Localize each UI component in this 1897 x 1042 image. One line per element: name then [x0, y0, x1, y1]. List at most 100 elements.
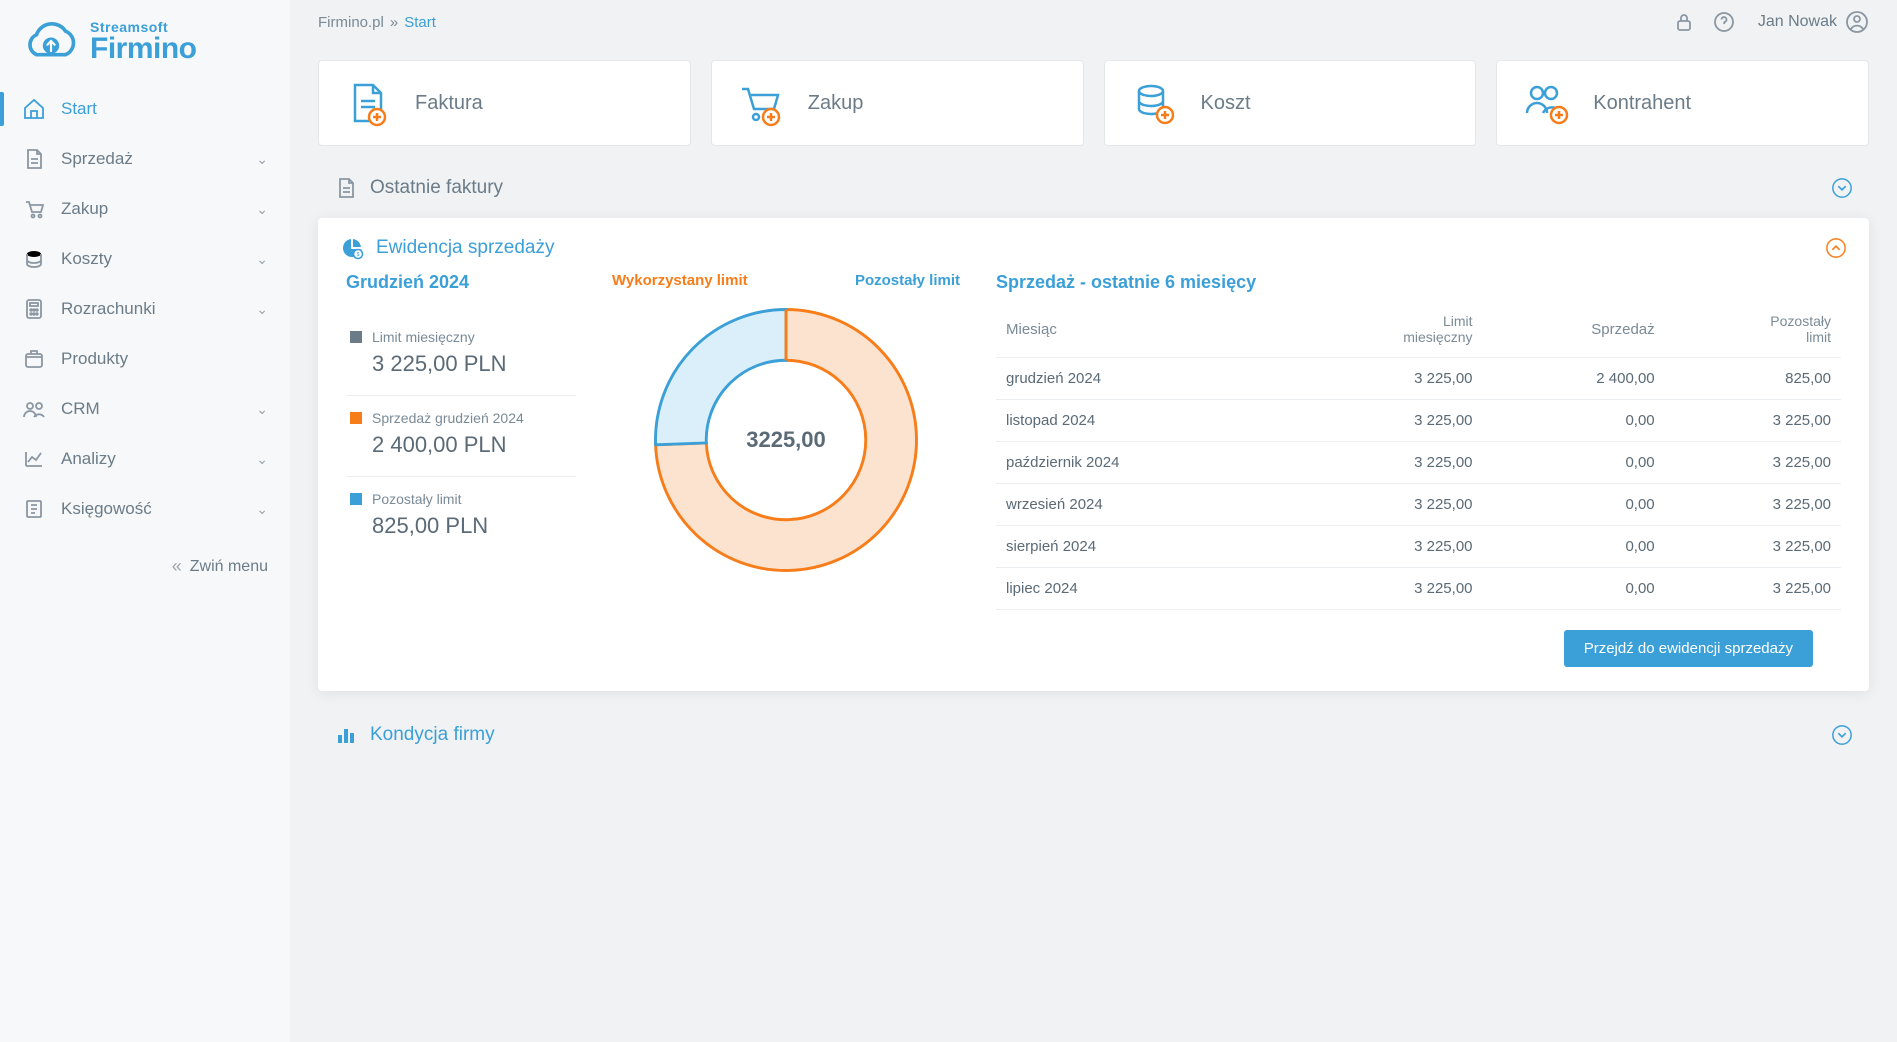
goto-sales-register-button[interactable]: Przejdź do ewidencji sprzedaży: [1564, 630, 1813, 667]
stat-label: Sprzedaż grudzień 2024: [372, 410, 524, 426]
chevron-down-icon: ⌄: [256, 151, 268, 168]
table-row: lipiec 20243 225,000,003 225,00: [996, 568, 1841, 610]
cell-month: listopad 2024: [996, 400, 1288, 442]
cell-limit: 3 225,00: [1288, 358, 1483, 400]
package-icon: [22, 347, 46, 371]
table-row: listopad 20243 225,000,003 225,00: [996, 400, 1841, 442]
quick-card-koszt[interactable]: Koszt: [1104, 60, 1477, 146]
sales-month-title: Grudzień 2024: [346, 272, 576, 293]
breadcrumb-root[interactable]: Firmino.pl: [318, 14, 384, 31]
svg-text:$: $: [357, 252, 360, 258]
chevron-down-circle-icon[interactable]: [1831, 724, 1853, 746]
sidebar-item-label: CRM: [61, 399, 100, 419]
chart-label-remaining: Pozostały limit: [855, 272, 960, 289]
sidebar-item-analizy[interactable]: Analizy ⌄: [0, 434, 290, 484]
chevron-down-icon: ⌄: [256, 501, 268, 518]
sales-table-column: Sprzedaż - ostatnie 6 miesięcy Miesiąc L…: [996, 272, 1841, 667]
quick-card-label: Kontrahent: [1593, 92, 1691, 115]
breadcrumb-current[interactable]: Start: [404, 14, 436, 31]
quick-card-label: Koszt: [1201, 92, 1251, 115]
col-sales: Sprzedaż: [1483, 307, 1665, 358]
cell-remain: 3 225,00: [1665, 442, 1841, 484]
sidebar-item-koszty[interactable]: Koszty ⌄: [0, 234, 290, 284]
chart-line-icon: [22, 447, 46, 471]
stat-label: Limit miesięczny: [372, 329, 475, 345]
user-name: Jan Nowak: [1758, 13, 1837, 31]
avatar-icon: [1845, 10, 1869, 34]
chevron-down-icon: ⌄: [256, 201, 268, 218]
col-limit: Limitmiesięczny: [1288, 307, 1483, 358]
cell-sales: 0,00: [1483, 400, 1665, 442]
table-row: sierpień 20243 225,000,003 225,00: [996, 526, 1841, 568]
panel-sales-register: $ Ewidencja sprzedaży Grudzień 2024 Limi…: [318, 218, 1869, 691]
quick-card-zakup[interactable]: Zakup: [711, 60, 1084, 146]
cell-month: sierpień 2024: [996, 526, 1288, 568]
swatch-orange: [350, 412, 362, 424]
sidebar-item-zakup[interactable]: Zakup ⌄: [0, 184, 290, 234]
sidebar-item-label: Produkty: [61, 349, 128, 369]
stat-value: 3 225,00 PLN: [350, 351, 572, 377]
quick-card-kontrahent[interactable]: Kontrahent: [1496, 60, 1869, 146]
bar-chart-icon: [334, 723, 358, 747]
chevron-down-icon: ⌄: [256, 301, 268, 318]
chevron-down-circle-icon[interactable]: [1831, 177, 1853, 199]
cell-limit: 3 225,00: [1288, 484, 1483, 526]
stat-remaining: Pozostały limit 825,00 PLN: [346, 477, 576, 557]
cell-sales: 0,00: [1483, 484, 1665, 526]
swatch-gray: [350, 331, 362, 343]
logo[interactable]: Streamsoft Firmino: [0, 0, 290, 76]
document-icon: [22, 147, 46, 171]
sidebar-item-label: Start: [61, 99, 97, 119]
collapse-menu-button[interactable]: « Zwiń menu: [0, 542, 290, 591]
sidebar-item-rozrachunki[interactable]: Rozrachunki ⌄: [0, 284, 290, 334]
cell-sales: 0,00: [1483, 568, 1665, 610]
sidebar-item-label: Księgowość: [61, 499, 152, 519]
help-icon[interactable]: [1712, 10, 1736, 34]
table-row: grudzień 20243 225,002 400,00825,00: [996, 358, 1841, 400]
double-chevron-left-icon: «: [172, 556, 182, 577]
cell-limit: 3 225,00: [1288, 568, 1483, 610]
quick-card-label: Zakup: [808, 92, 864, 115]
table-row: październik 20243 225,000,003 225,00: [996, 442, 1841, 484]
sidebar-item-start[interactable]: Start: [0, 84, 290, 134]
quick-card-label: Faktura: [415, 92, 483, 115]
sidebar-item-ksiegowosc[interactable]: Księgowość ⌄: [0, 484, 290, 534]
collapse-menu-label: Zwiń menu: [190, 558, 268, 576]
chevron-up-circle-icon[interactable]: [1825, 237, 1847, 259]
cell-limit: 3 225,00: [1288, 400, 1483, 442]
cell-month: październik 2024: [996, 442, 1288, 484]
sidebar-item-label: Zakup: [61, 199, 108, 219]
stat-sales: Sprzedaż grudzień 2024 2 400,00 PLN: [346, 396, 576, 477]
topbar: Firmino.pl » Start Jan Nowak: [290, 0, 1897, 42]
calculator-icon: [22, 297, 46, 321]
section-title: Ewidencja sprzedaży: [376, 237, 554, 259]
sidebar-item-crm[interactable]: CRM ⌄: [0, 384, 290, 434]
cell-limit: 3 225,00: [1288, 526, 1483, 568]
sidebar-item-label: Koszty: [61, 249, 112, 269]
user-menu[interactable]: Jan Nowak: [1758, 10, 1869, 34]
quick-actions-row: Faktura Zakup: [318, 60, 1869, 146]
section-bar-recent-invoices[interactable]: Ostatnie faktury: [318, 162, 1869, 214]
sidebar-item-sprzedaz[interactable]: Sprzedaż ⌄: [0, 134, 290, 184]
cell-remain: 3 225,00: [1665, 400, 1841, 442]
main-nav: Start Sprzedaż ⌄ Zakup ⌄ Koszty ⌄ Rozrac…: [0, 76, 290, 542]
chevron-down-icon: ⌄: [256, 451, 268, 468]
col-remain: Pozostałylimit: [1665, 307, 1841, 358]
coins-icon: [22, 247, 46, 271]
sidebar-item-produkty[interactable]: Produkty: [0, 334, 290, 384]
sales-summary-column: Grudzień 2024 Limit miesięczny 3 225,00 …: [346, 272, 576, 667]
cart-add-icon: [736, 79, 784, 127]
chevron-down-icon: ⌄: [256, 251, 268, 268]
lock-icon[interactable]: [1672, 10, 1696, 34]
section-bar-sales-register[interactable]: $ Ewidencja sprzedaży: [318, 218, 1869, 266]
sidebar-item-label: Analizy: [61, 449, 116, 469]
coins-add-icon: [1129, 79, 1177, 127]
section-bar-company-health[interactable]: Kondycja firmy: [318, 709, 1869, 761]
cell-sales: 0,00: [1483, 442, 1665, 484]
sales-table-title: Sprzedaż - ostatnie 6 miesięcy: [996, 272, 1841, 293]
stat-value: 825,00 PLN: [350, 513, 572, 539]
sidebar-item-label: Rozrachunki: [61, 299, 156, 319]
quick-card-faktura[interactable]: Faktura: [318, 60, 691, 146]
document-add-icon: [343, 79, 391, 127]
sidebar-item-label: Sprzedaż: [61, 149, 133, 169]
